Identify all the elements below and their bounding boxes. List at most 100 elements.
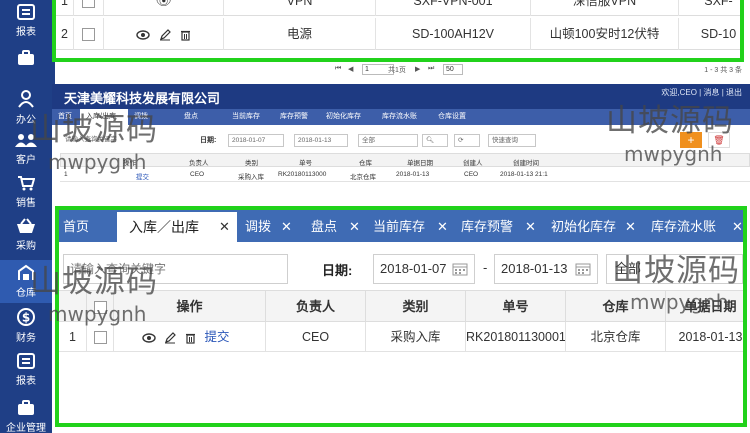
tab-label: 当前库存: [373, 219, 426, 234]
small-tab-stock[interactable]: 当前库存: [226, 109, 274, 125]
tab-label: 库存预警: [461, 219, 514, 234]
small-cell-category: 采购入库: [238, 174, 264, 181]
header-category[interactable]: 类别: [366, 291, 466, 322]
calendar-icon[interactable]: [452, 262, 468, 276]
top-grid-panel: 1 👁 VPN SXF-VPN-001 深信服VPN SXF- 2 电源 SD-…: [52, 0, 744, 62]
small-date-label: 日期:: [200, 137, 217, 144]
watermark-text: 山坡源码: [30, 112, 158, 148]
close-icon[interactable]: ✕: [625, 212, 636, 242]
header-number[interactable]: 单号: [466, 291, 566, 322]
item-desc: 山顿100安时12伏特: [531, 18, 679, 50]
top-sidebar: 报表: [0, 0, 55, 84]
small-tab-init[interactable]: 初始化库存: [320, 109, 376, 125]
pager-first-button[interactable]: ⏮: [335, 65, 341, 73]
close-icon[interactable]: ✕: [219, 212, 230, 242]
sidebar-item-label: 客户: [16, 155, 36, 166]
small-header-owner: 负责人: [189, 160, 209, 167]
sidebar-item-enterprise-top[interactable]: [0, 50, 52, 69]
view-icon[interactable]: [135, 30, 150, 40]
close-icon[interactable]: ✕: [349, 212, 360, 242]
small-tab-settings[interactable]: 仓库设置: [432, 109, 488, 125]
header-owner[interactable]: 负责人: [266, 291, 366, 322]
tab-home[interactable]: 首页: [59, 212, 115, 242]
small-date-from[interactable]: 2018-01-07: [228, 134, 284, 147]
tab-label: 库存流水账: [651, 219, 717, 234]
sidebar-item-label: 报表: [16, 376, 36, 387]
pager-last-button[interactable]: ⏭: [428, 65, 434, 73]
tab-in-out[interactable]: 入库／出库 ✕: [117, 212, 237, 242]
cell-owner: CEO: [266, 322, 366, 352]
row-checkbox[interactable]: [82, 0, 95, 9]
submit-link[interactable]: 提交: [204, 330, 229, 344]
close-icon[interactable]: ✕: [525, 212, 536, 242]
watermark-sub: mwpygnh: [630, 290, 729, 314]
small-date-to[interactable]: 2018-01-13: [294, 134, 348, 147]
pager-prev-button[interactable]: ◀: [348, 65, 353, 73]
small-cell-date: 2018-01-13: [396, 171, 430, 178]
cell-date: 2018-01-13: [666, 322, 743, 352]
small-quick-query-button[interactable]: 快速查询: [488, 134, 536, 147]
close-icon[interactable]: ✕: [437, 212, 448, 242]
small-table-row[interactable]: 1 提交 CEO 采购入库 RK20180113000 北京仓库 2018-01…: [60, 168, 750, 182]
tab-label: 盘点: [311, 219, 338, 234]
item-desc: 深信服VPN: [531, 0, 679, 16]
dollar-icon: $: [17, 308, 35, 326]
tab-label: 首页: [63, 219, 90, 234]
row-checkbox-cell: [74, 0, 104, 16]
tab-stock-alert[interactable]: 库存预警 ✕: [453, 212, 543, 242]
small-search-button[interactable]: 🔍︎: [422, 134, 448, 147]
tab-current-stock[interactable]: 当前库存 ✕: [365, 212, 453, 242]
small-header-date: 单据日期: [407, 160, 433, 167]
small-header-warehouse: 仓库: [359, 160, 372, 167]
close-icon[interactable]: ✕: [281, 212, 292, 242]
pager-size-select[interactable]: 50: [443, 64, 463, 75]
row-number: 2: [56, 18, 74, 50]
pager-page-text: 共1页: [388, 67, 406, 74]
close-icon[interactable]: ✕: [732, 212, 743, 242]
tab-strip: 首页 入库／出库 ✕ 调拨 ✕ 盘点 ✕ 当前库存 ✕ 库存预警 ✕ 初始化库存…: [59, 210, 743, 242]
small-tab-ledger[interactable]: 库存流水账: [376, 109, 432, 125]
row-number: 1: [59, 322, 87, 352]
date-to-input[interactable]: 2018-01-13: [494, 254, 598, 284]
sidebar-item-reports[interactable]: 报表: [0, 353, 52, 389]
tab-init-stock[interactable]: 初始化库存 ✕: [543, 212, 643, 242]
small-tab-stocktake[interactable]: 盘点: [178, 109, 218, 125]
delete-icon[interactable]: [185, 332, 196, 344]
pager-next-button[interactable]: ▶: [415, 65, 420, 73]
table-row[interactable]: 2 电源 SD-100AH12V 山顿100安时12伏特 SD-10: [56, 18, 740, 50]
view-icon[interactable]: [142, 333, 156, 343]
sidebar-item-label: 财务: [16, 333, 36, 344]
view-icon[interactable]: 👁: [156, 0, 172, 16]
date-from-input[interactable]: 2018-01-07: [373, 254, 475, 284]
small-tab-alert[interactable]: 库存预警: [274, 109, 322, 125]
watermark-text: 山坡源码: [30, 264, 158, 300]
tab-transfer[interactable]: 调拨 ✕: [237, 212, 303, 242]
edit-icon[interactable]: [164, 331, 177, 344]
row-number: 1: [56, 0, 74, 16]
delete-icon[interactable]: [180, 29, 191, 41]
calendar-icon[interactable]: [575, 262, 591, 276]
sidebar-item-enterprise[interactable]: 企业管理: [0, 400, 52, 433]
sidebar-item-finance[interactable]: $ 财务: [0, 308, 52, 346]
sidebar-item-report-top[interactable]: 报表: [0, 4, 52, 38]
row-checkbox[interactable]: [93, 331, 107, 345]
tab-stock-ledger[interactable]: 库存流水账 ✕: [643, 212, 743, 242]
edit-icon[interactable]: [159, 28, 171, 41]
small-cell-warehouse: 北京仓库: [350, 174, 376, 181]
small-header-creator: 创建人: [463, 160, 483, 167]
row-checkbox[interactable]: [82, 28, 95, 42]
cell-category: 采购入库: [366, 322, 466, 352]
small-refresh-button[interactable]: ⟳: [454, 134, 480, 147]
sidebar-item-purchase[interactable]: 采购: [0, 218, 52, 256]
small-header-category: 类别: [245, 160, 258, 167]
table-row[interactable]: 1 提交 CEO 采购入库 RK201801130001 北京仓库 2018-0…: [59, 322, 743, 352]
row-checkbox-cell: [74, 18, 104, 50]
item-code: SXF-VPN-001: [376, 0, 531, 16]
tab-stocktake[interactable]: 盘点 ✕: [303, 212, 365, 242]
sidebar-item-sales[interactable]: 销售: [0, 175, 52, 211]
sidebar-item-label: 销售: [16, 198, 36, 209]
small-cell-created-time: 2018-01-13 21:1: [500, 171, 548, 178]
table-row[interactable]: 1 👁 VPN SXF-VPN-001 深信服VPN SXF-: [56, 0, 740, 16]
small-type-select[interactable]: 全部: [358, 134, 418, 147]
item-extra: SD-10: [679, 18, 740, 50]
